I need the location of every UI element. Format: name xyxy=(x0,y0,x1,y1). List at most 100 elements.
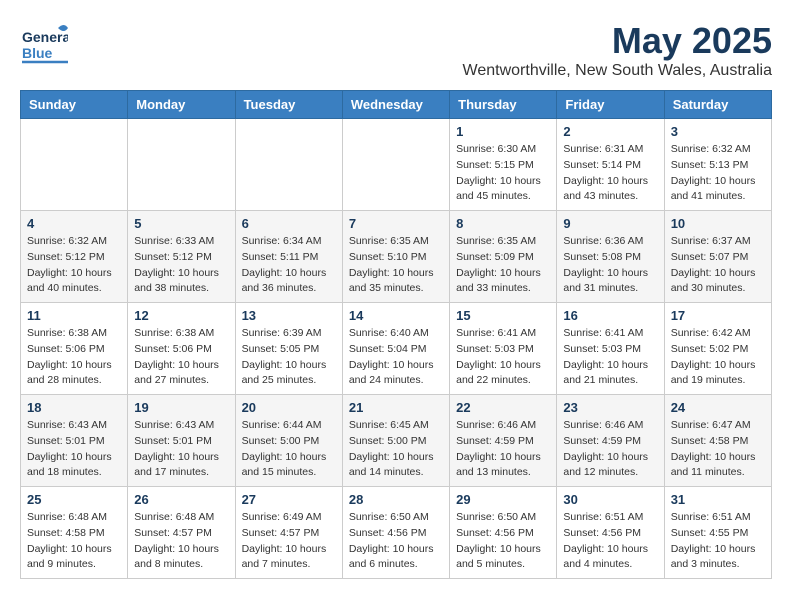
day-info: Sunrise: 6:37 AMSunset: 5:07 PMDaylight:… xyxy=(671,234,765,297)
header-saturday: Saturday xyxy=(664,91,771,119)
header-thursday: Thursday xyxy=(450,91,557,119)
day-info: Sunrise: 6:42 AMSunset: 5:02 PMDaylight:… xyxy=(671,326,765,389)
logo: General Blue xyxy=(20,20,68,68)
calendar-cell: 10 Sunrise: 6:37 AMSunset: 5:07 PMDayligh… xyxy=(664,211,771,303)
header-tuesday: Tuesday xyxy=(235,91,342,119)
day-info: Sunrise: 6:43 AMSunset: 5:01 PMDaylight:… xyxy=(27,418,121,481)
week-row-1: 1 Sunrise: 6:30 AMSunset: 5:15 PMDaylight… xyxy=(21,119,772,211)
day-number: 26 xyxy=(134,492,228,507)
day-number: 10 xyxy=(671,216,765,231)
day-info: Sunrise: 6:38 AMSunset: 5:06 PMDaylight:… xyxy=(134,326,228,389)
calendar-cell: 14 Sunrise: 6:40 AMSunset: 5:04 PMDayligh… xyxy=(342,303,449,395)
day-number: 28 xyxy=(349,492,443,507)
month-title: May 2025 xyxy=(463,20,772,62)
day-info: Sunrise: 6:40 AMSunset: 5:04 PMDaylight:… xyxy=(349,326,443,389)
day-number: 5 xyxy=(134,216,228,231)
day-number: 15 xyxy=(456,308,550,323)
calendar-cell: 3 Sunrise: 6:32 AMSunset: 5:13 PMDaylight… xyxy=(664,119,771,211)
day-number: 27 xyxy=(242,492,336,507)
day-info: Sunrise: 6:34 AMSunset: 5:11 PMDaylight:… xyxy=(242,234,336,297)
day-number: 11 xyxy=(27,308,121,323)
calendar-cell xyxy=(21,119,128,211)
day-info: Sunrise: 6:32 AMSunset: 5:13 PMDaylight:… xyxy=(671,142,765,205)
calendar-cell xyxy=(342,119,449,211)
day-info: Sunrise: 6:41 AMSunset: 5:03 PMDaylight:… xyxy=(563,326,657,389)
calendar-cell: 20 Sunrise: 6:44 AMSunset: 5:00 PMDayligh… xyxy=(235,395,342,487)
day-info: Sunrise: 6:51 AMSunset: 4:55 PMDaylight:… xyxy=(671,510,765,573)
calendar-cell: 9 Sunrise: 6:36 AMSunset: 5:08 PMDaylight… xyxy=(557,211,664,303)
title-area: May 2025 Wentworthville, New South Wales… xyxy=(463,20,772,80)
week-row-3: 11 Sunrise: 6:38 AMSunset: 5:06 PMDayligh… xyxy=(21,303,772,395)
header-monday: Monday xyxy=(128,91,235,119)
calendar-cell xyxy=(235,119,342,211)
calendar-cell: 22Sunrise: 6:46 AMSunset: 4:59 PMDayligh… xyxy=(450,395,557,487)
day-info: Sunrise: 6:48 AMSunset: 4:58 PMDaylight:… xyxy=(27,510,121,573)
day-info: Sunrise: 6:31 AMSunset: 5:14 PMDaylight:… xyxy=(563,142,657,205)
day-number: 29 xyxy=(456,492,550,507)
calendar-cell: 26 Sunrise: 6:48 AMSunset: 4:57 PMDayligh… xyxy=(128,487,235,579)
calendar-cell: 21 Sunrise: 6:45 AMSunset: 5:00 PMDayligh… xyxy=(342,395,449,487)
calendar-cell: 23Sunrise: 6:46 AMSunset: 4:59 PMDayligh… xyxy=(557,395,664,487)
day-info: Sunrise: 6:48 AMSunset: 4:57 PMDaylight:… xyxy=(134,510,228,573)
day-number: 13 xyxy=(242,308,336,323)
day-number: 3 xyxy=(671,124,765,139)
calendar-cell: 30Sunrise: 6:51 AMSunset: 4:56 PMDayligh… xyxy=(557,487,664,579)
calendar-cell: 4Sunrise: 6:32 AMSunset: 5:12 PMDaylight… xyxy=(21,211,128,303)
day-number: 7 xyxy=(349,216,443,231)
svg-text:Blue: Blue xyxy=(22,45,53,61)
day-number: 24 xyxy=(671,400,765,415)
day-info: Sunrise: 6:44 AMSunset: 5:00 PMDaylight:… xyxy=(242,418,336,481)
day-info: Sunrise: 6:45 AMSunset: 5:00 PMDaylight:… xyxy=(349,418,443,481)
day-info: Sunrise: 6:30 AMSunset: 5:15 PMDaylight:… xyxy=(456,142,550,205)
calendar-cell: 28 Sunrise: 6:50 AMSunset: 4:56 PMDayligh… xyxy=(342,487,449,579)
calendar-cell: 27 Sunrise: 6:49 AMSunset: 4:57 PMDayligh… xyxy=(235,487,342,579)
calendar-cell: 11 Sunrise: 6:38 AMSunset: 5:06 PMDayligh… xyxy=(21,303,128,395)
location-subtitle: Wentworthville, New South Wales, Austral… xyxy=(463,62,772,80)
header-wednesday: Wednesday xyxy=(342,91,449,119)
day-info: Sunrise: 6:50 AMSunset: 4:56 PMDaylight:… xyxy=(349,510,443,573)
day-number: 31 xyxy=(671,492,765,507)
day-info: Sunrise: 6:50 AMSunset: 4:56 PMDaylight:… xyxy=(456,510,550,573)
day-number: 25 xyxy=(27,492,121,507)
day-info: Sunrise: 6:36 AMSunset: 5:08 PMDaylight:… xyxy=(563,234,657,297)
day-info: Sunrise: 6:33 AMSunset: 5:12 PMDaylight:… xyxy=(134,234,228,297)
day-number: 14 xyxy=(349,308,443,323)
day-info: Sunrise: 6:49 AMSunset: 4:57 PMDaylight:… xyxy=(242,510,336,573)
calendar-cell: 15 Sunrise: 6:41 AMSunset: 5:03 PMDayligh… xyxy=(450,303,557,395)
day-info: Sunrise: 6:41 AMSunset: 5:03 PMDaylight:… xyxy=(456,326,550,389)
calendar-cell xyxy=(128,119,235,211)
calendar-cell: 8Sunrise: 6:35 AMSunset: 5:09 PMDaylight… xyxy=(450,211,557,303)
calendar-cell: 17 Sunrise: 6:42 AMSunset: 5:02 PMDayligh… xyxy=(664,303,771,395)
day-number: 1 xyxy=(456,124,550,139)
day-info: Sunrise: 6:38 AMSunset: 5:06 PMDaylight:… xyxy=(27,326,121,389)
calendar-cell: 2 Sunrise: 6:31 AMSunset: 5:14 PMDaylight… xyxy=(557,119,664,211)
logo-icon: General Blue xyxy=(20,20,68,68)
day-number: 19 xyxy=(134,400,228,415)
day-number: 6 xyxy=(242,216,336,231)
header-sunday: Sunday xyxy=(21,91,128,119)
calendar-cell: 12 Sunrise: 6:38 AMSunset: 5:06 PMDayligh… xyxy=(128,303,235,395)
calendar-table: SundayMondayTuesdayWednesdayThursdayFrid… xyxy=(20,90,772,579)
calendar-header-row: SundayMondayTuesdayWednesdayThursdayFrid… xyxy=(21,91,772,119)
calendar-cell: 24Sunrise: 6:47 AMSunset: 4:58 PMDayligh… xyxy=(664,395,771,487)
day-info: Sunrise: 6:39 AMSunset: 5:05 PMDaylight:… xyxy=(242,326,336,389)
day-number: 20 xyxy=(242,400,336,415)
header-friday: Friday xyxy=(557,91,664,119)
page-header: General Blue May 2025 Wentworthville, Ne… xyxy=(20,20,772,80)
day-info: Sunrise: 6:46 AMSunset: 4:59 PMDaylight:… xyxy=(563,418,657,481)
day-number: 12 xyxy=(134,308,228,323)
day-number: 9 xyxy=(563,216,657,231)
calendar-cell: 1 Sunrise: 6:30 AMSunset: 5:15 PMDaylight… xyxy=(450,119,557,211)
day-number: 21 xyxy=(349,400,443,415)
day-number: 8 xyxy=(456,216,550,231)
day-number: 17 xyxy=(671,308,765,323)
calendar-cell: 5 Sunrise: 6:33 AMSunset: 5:12 PMDaylight… xyxy=(128,211,235,303)
day-number: 2 xyxy=(563,124,657,139)
calendar-cell: 7 Sunrise: 6:35 AMSunset: 5:10 PMDaylight… xyxy=(342,211,449,303)
calendar-cell: 25 Sunrise: 6:48 AMSunset: 4:58 PMDayligh… xyxy=(21,487,128,579)
day-info: Sunrise: 6:35 AMSunset: 5:10 PMDaylight:… xyxy=(349,234,443,297)
day-number: 16 xyxy=(563,308,657,323)
day-number: 30 xyxy=(563,492,657,507)
week-row-4: 18Sunrise: 6:43 AMSunset: 5:01 PMDayligh… xyxy=(21,395,772,487)
day-info: Sunrise: 6:43 AMSunset: 5:01 PMDaylight:… xyxy=(134,418,228,481)
